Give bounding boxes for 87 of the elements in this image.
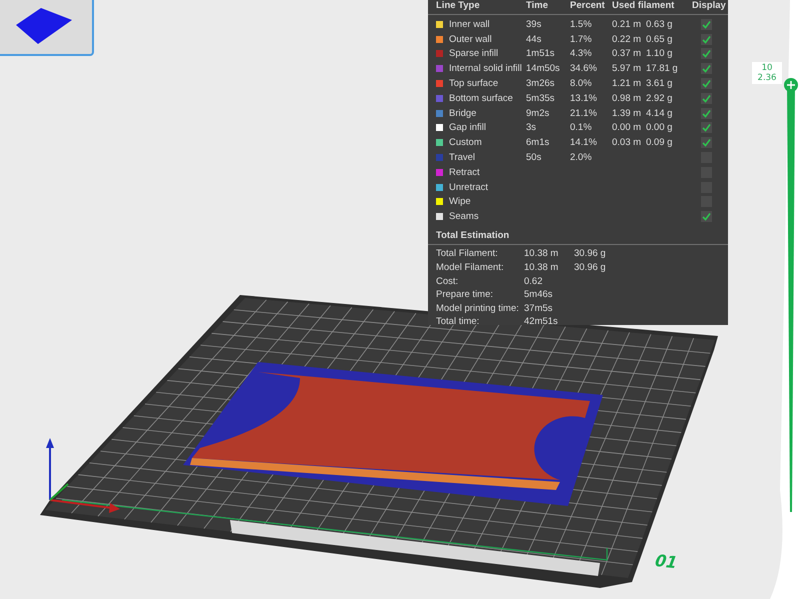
plate-number: 01 <box>652 550 680 572</box>
display-checkbox[interactable] <box>700 63 712 74</box>
length-cell-text: 0.98 m <box>612 92 642 104</box>
line-type-label: Bridge <box>449 108 478 119</box>
column-header: Line Type <box>436 0 481 12</box>
display-checkbox[interactable] <box>700 137 712 148</box>
percent-cell-text: 1.5% <box>570 18 593 30</box>
length-cell-text: 1.39 m <box>612 108 642 119</box>
estimation-label: Cost: <box>436 276 460 287</box>
weight-cell-text: 3.61 g <box>646 78 674 90</box>
percent-cell-text: 0.1% <box>570 122 593 134</box>
length-cell-text: 0.03 m <box>612 137 642 148</box>
display-checkbox[interactable] <box>700 78 712 90</box>
estimation-value: 42m51s <box>524 316 559 328</box>
column-header: Percent <box>570 0 606 12</box>
estimation-value: 10.38 m <box>524 248 560 260</box>
section-title: Total Estimation <box>428 226 728 246</box>
estimation-label: Total Filament: <box>436 248 499 260</box>
line-type-label: Bottom surface <box>449 92 514 104</box>
length-cell-text: 0.00 m <box>612 122 642 134</box>
time-cell-text: 5m35s <box>526 92 556 104</box>
estimation-label: Model Filament: <box>436 262 505 274</box>
estimation-value: 30.96 g <box>574 262 607 274</box>
weight-cell-text: 17.81 g <box>646 63 679 74</box>
layer-slider[interactable] <box>784 78 798 512</box>
percent-cell-text: 14.1% <box>570 137 598 148</box>
time-cell-text: 14m50s <box>526 63 561 74</box>
line-type-label: Wipe <box>449 196 472 208</box>
line-type-label: Custom <box>449 137 483 148</box>
percent-cell-text: 2.0% <box>570 152 593 164</box>
estimation-value: 30.96 g <box>574 248 607 260</box>
time-cell-text: 39s <box>526 18 542 30</box>
time-cell-text: 50s <box>526 152 542 164</box>
estimation-value: 37m5s <box>524 302 554 314</box>
weight-cell-text: 2.92 g <box>646 92 674 104</box>
estimation-label: Model printing time: <box>436 302 520 314</box>
percent-cell-text: 34.6% <box>570 63 598 74</box>
weight-cell-text: 0.09 g <box>646 137 674 148</box>
length-cell-text: 0.21 m <box>612 18 642 30</box>
weight-cell-text: 0.65 g <box>646 34 674 45</box>
line-type-label: Top surface <box>449 78 500 90</box>
percent-cell-text: 4.3% <box>570 48 593 60</box>
line-type-label: Unretract <box>449 182 490 193</box>
display-checkbox[interactable] <box>700 122 712 134</box>
column-header: Used filament <box>612 0 676 12</box>
layer-number: 10 <box>760 63 774 73</box>
display-checkbox[interactable] <box>700 211 712 222</box>
length-cell-text: 0.22 m <box>612 34 642 45</box>
column-header: Display <box>692 0 726 12</box>
line-type-label: Retract <box>449 166 481 178</box>
time-cell-text: 6m1s <box>526 137 550 148</box>
weight-cell-text: 0.63 g <box>646 18 674 30</box>
percent-cell-text: 8.0% <box>570 78 593 90</box>
percent-cell-text: 1.7% <box>570 34 593 45</box>
line-type-label: Seams <box>449 211 480 222</box>
line-type-label: Internal solid infill <box>449 63 523 74</box>
display-checkbox[interactable] <box>700 48 712 60</box>
layer-height: 2.36 <box>756 73 778 83</box>
estimation-value: 5m46s <box>524 289 554 300</box>
length-cell-text: 0.37 m <box>612 48 642 60</box>
display-checkbox[interactable] <box>700 18 712 30</box>
column-header: Time <box>526 0 550 12</box>
time-cell-text: 9m2s <box>526 108 550 119</box>
length-cell-text: 5.97 m <box>612 63 642 74</box>
plate-thumbnail[interactable] <box>0 0 94 56</box>
display-checkbox[interactable] <box>700 34 712 45</box>
weight-cell-text: 4.14 g <box>646 108 674 119</box>
line-type-label: Inner wall <box>449 18 491 30</box>
estimation-value: 10.38 m <box>524 262 560 274</box>
display-checkbox[interactable] <box>700 108 712 119</box>
time-cell-text: 1m51s <box>526 48 556 60</box>
weight-cell-text: 0.00 g <box>646 122 674 134</box>
estimation-label: Prepare time: <box>436 289 494 300</box>
line-type-label: Gap infill <box>449 122 487 134</box>
percent-cell-text: 21.1% <box>570 108 598 119</box>
display-checkbox[interactable] <box>700 92 712 104</box>
time-cell-text: 44s <box>526 34 542 45</box>
estimation-value: 0.62 <box>524 276 544 287</box>
time-cell-text: 3m26s <box>526 78 556 90</box>
estimation-label: Total time: <box>436 316 480 328</box>
weight-cell-text: 1.10 g <box>646 48 674 60</box>
line-type-label: Travel <box>449 152 476 164</box>
time-cell-text: 3s <box>526 122 538 134</box>
line-type-label: Outer wall <box>449 34 493 45</box>
percent-cell-text: 13.1% <box>570 92 598 104</box>
length-cell-text: 1.21 m <box>612 78 642 90</box>
line-type-label: Sparse infill <box>449 48 500 60</box>
